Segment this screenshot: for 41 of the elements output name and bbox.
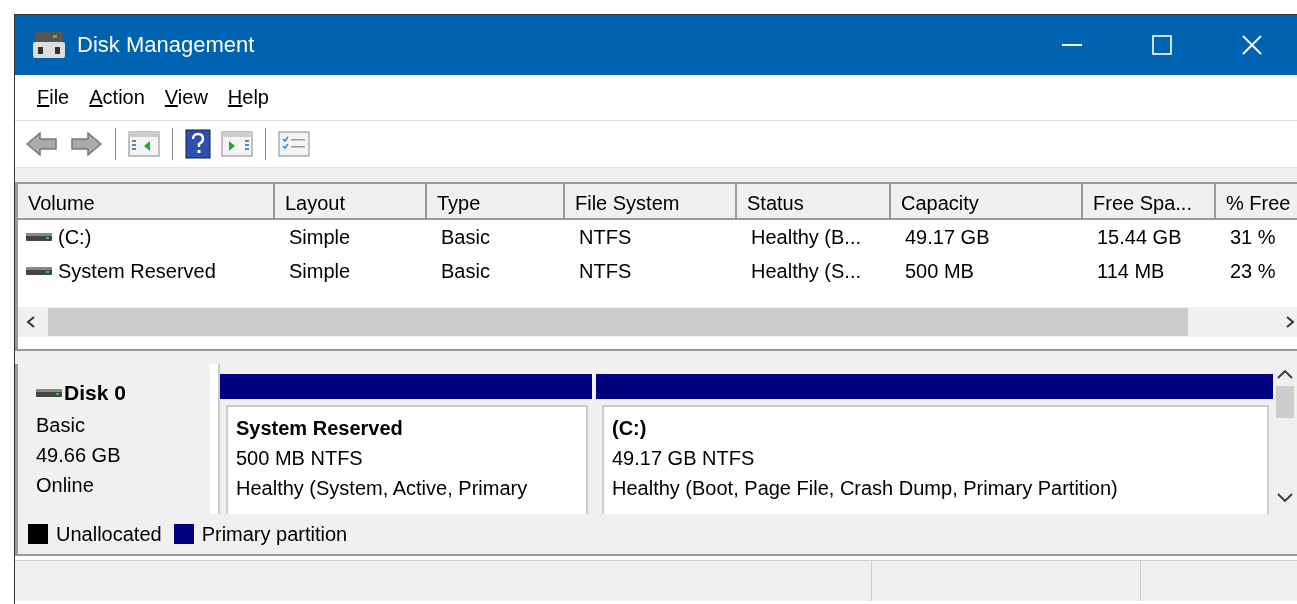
table-cell-text: 23 % (1229, 259, 1277, 283)
legend-label: Unallocated (56, 522, 162, 546)
partition-size: 500 MB NTFS (236, 446, 364, 471)
table-cell-text: Basic (440, 259, 491, 283)
partition-status: Healthy (System, Active, Primary (236, 476, 529, 501)
table-cell-text: 500 MB (904, 259, 975, 283)
column-header[interactable]: File System (565, 184, 737, 220)
column-header[interactable]: % Free (1216, 184, 1297, 220)
partition-size: 49.17 GB NTFS (612, 446, 756, 471)
partition-name: System Reserved (236, 416, 404, 441)
table-cell-text: Healthy (S... (750, 259, 863, 283)
legend-label: Primary partition (201, 522, 348, 546)
table-cell-text: 15.44 GB (1096, 225, 1183, 249)
menu-item[interactable]: Action (81, 82, 153, 113)
table-cell-text: 31 % (1229, 225, 1277, 249)
table-cell-text: NTFS (578, 225, 633, 249)
table-cell: (C:) (58, 225, 92, 249)
partition-name: (C:) (612, 416, 648, 441)
table-cell-text: 114 MB (1096, 259, 1166, 283)
partition-status: Healthy (Boot, Page File, Crash Dump, Primary Partition) (612, 476, 1119, 501)
table-cell-text: 49.17 GB (904, 225, 991, 249)
column-header[interactable]: Layout (275, 184, 427, 220)
window-title: Disk Management (77, 32, 255, 58)
column-header[interactable]: Capacity (891, 184, 1083, 220)
menu-item[interactable]: File (29, 82, 78, 113)
table-cell-text: Simple (288, 225, 352, 249)
table-cell-text: Basic (440, 225, 491, 249)
disk-name: Disk 0 (64, 380, 126, 406)
column-header[interactable]: Type (427, 184, 565, 220)
column-header[interactable]: Volume (18, 184, 275, 220)
disk-status: Online (36, 473, 95, 498)
table-cell-text: Simple (288, 259, 352, 283)
disk-size: 49.66 GB (36, 443, 122, 468)
table-cell-text: NTFS (578, 259, 633, 283)
table-cell: System Reserved (58, 259, 216, 283)
column-header[interactable]: Free Spa... (1083, 184, 1216, 220)
disk-type: Basic (36, 413, 86, 438)
menu-item[interactable]: View (156, 82, 216, 113)
menu-item[interactable]: Help (219, 82, 277, 113)
column-header[interactable]: Status (737, 184, 891, 220)
table-cell-text: Healthy (B... (750, 225, 863, 249)
